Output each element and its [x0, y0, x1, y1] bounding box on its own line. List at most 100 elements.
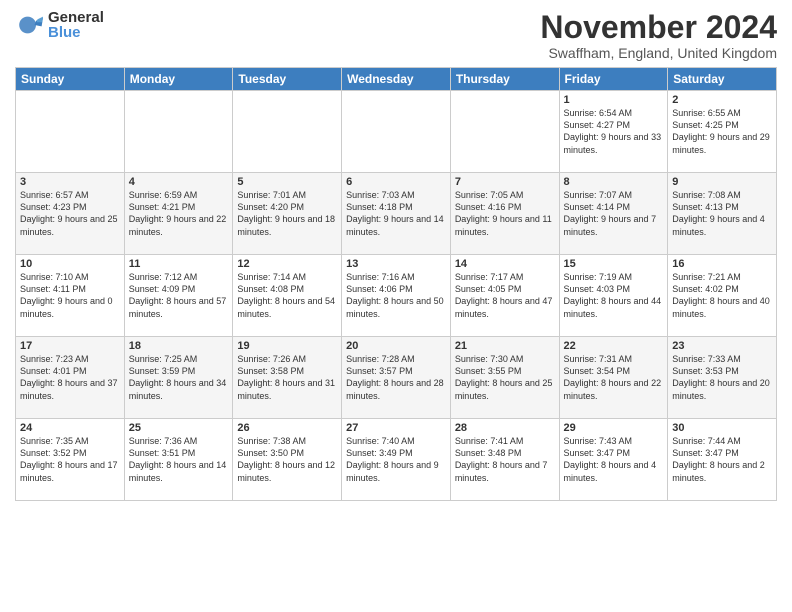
day-number: 4: [129, 176, 229, 188]
table-row: 3Sunrise: 6:57 AM Sunset: 4:23 PM Daylig…: [16, 173, 125, 255]
day-number: 10: [20, 258, 120, 270]
table-row: 21Sunrise: 7:30 AM Sunset: 3:55 PM Dayli…: [450, 337, 559, 419]
day-info: Sunrise: 7:16 AM Sunset: 4:06 PM Dayligh…: [346, 271, 446, 320]
day-number: 21: [455, 340, 555, 352]
table-row: 22Sunrise: 7:31 AM Sunset: 3:54 PM Dayli…: [559, 337, 668, 419]
table-row: 23Sunrise: 7:33 AM Sunset: 3:53 PM Dayli…: [668, 337, 777, 419]
title-section: November 2024 Swaffham, England, United …: [540, 10, 777, 61]
month-title: November 2024: [540, 10, 777, 45]
table-row: [233, 91, 342, 173]
table-row: 6Sunrise: 7:03 AM Sunset: 4:18 PM Daylig…: [342, 173, 451, 255]
calendar-week-row: 3Sunrise: 6:57 AM Sunset: 4:23 PM Daylig…: [16, 173, 777, 255]
day-number: 24: [20, 422, 120, 434]
table-row: 28Sunrise: 7:41 AM Sunset: 3:48 PM Dayli…: [450, 419, 559, 501]
col-friday: Friday: [559, 68, 668, 91]
day-number: 2: [672, 94, 772, 106]
day-info: Sunrise: 7:35 AM Sunset: 3:52 PM Dayligh…: [20, 435, 120, 484]
location: Swaffham, England, United Kingdom: [540, 45, 777, 61]
logo-text: General Blue: [48, 10, 104, 40]
day-info: Sunrise: 7:10 AM Sunset: 4:11 PM Dayligh…: [20, 271, 120, 320]
table-row: 2Sunrise: 6:55 AM Sunset: 4:25 PM Daylig…: [668, 91, 777, 173]
table-row: 26Sunrise: 7:38 AM Sunset: 3:50 PM Dayli…: [233, 419, 342, 501]
table-row: 27Sunrise: 7:40 AM Sunset: 3:49 PM Dayli…: [342, 419, 451, 501]
day-number: 6: [346, 176, 446, 188]
table-row: [124, 91, 233, 173]
calendar-week-row: 10Sunrise: 7:10 AM Sunset: 4:11 PM Dayli…: [16, 255, 777, 337]
calendar-week-row: 17Sunrise: 7:23 AM Sunset: 4:01 PM Dayli…: [16, 337, 777, 419]
day-info: Sunrise: 7:17 AM Sunset: 4:05 PM Dayligh…: [455, 271, 555, 320]
day-info: Sunrise: 7:19 AM Sunset: 4:03 PM Dayligh…: [564, 271, 664, 320]
table-row: 30Sunrise: 7:44 AM Sunset: 3:47 PM Dayli…: [668, 419, 777, 501]
day-number: 29: [564, 422, 664, 434]
day-info: Sunrise: 7:08 AM Sunset: 4:13 PM Dayligh…: [672, 189, 772, 238]
day-number: 3: [20, 176, 120, 188]
day-info: Sunrise: 7:43 AM Sunset: 3:47 PM Dayligh…: [564, 435, 664, 484]
table-row: 4Sunrise: 6:59 AM Sunset: 4:21 PM Daylig…: [124, 173, 233, 255]
day-number: 30: [672, 422, 772, 434]
table-row: 16Sunrise: 7:21 AM Sunset: 4:02 PM Dayli…: [668, 255, 777, 337]
day-info: Sunrise: 7:41 AM Sunset: 3:48 PM Dayligh…: [455, 435, 555, 484]
table-row: 24Sunrise: 7:35 AM Sunset: 3:52 PM Dayli…: [16, 419, 125, 501]
day-info: Sunrise: 7:44 AM Sunset: 3:47 PM Dayligh…: [672, 435, 772, 484]
table-row: 1Sunrise: 6:54 AM Sunset: 4:27 PM Daylig…: [559, 91, 668, 173]
day-number: 14: [455, 258, 555, 270]
day-info: Sunrise: 7:26 AM Sunset: 3:58 PM Dayligh…: [237, 353, 337, 402]
logo-icon: [15, 11, 43, 39]
table-row: 8Sunrise: 7:07 AM Sunset: 4:14 PM Daylig…: [559, 173, 668, 255]
day-number: 9: [672, 176, 772, 188]
day-number: 26: [237, 422, 337, 434]
day-info: Sunrise: 7:30 AM Sunset: 3:55 PM Dayligh…: [455, 353, 555, 402]
logo-general-label: General: [48, 10, 104, 25]
day-number: 12: [237, 258, 337, 270]
day-number: 19: [237, 340, 337, 352]
day-number: 18: [129, 340, 229, 352]
table-row: 11Sunrise: 7:12 AM Sunset: 4:09 PM Dayli…: [124, 255, 233, 337]
day-info: Sunrise: 6:57 AM Sunset: 4:23 PM Dayligh…: [20, 189, 120, 238]
col-wednesday: Wednesday: [342, 68, 451, 91]
col-monday: Monday: [124, 68, 233, 91]
day-number: 1: [564, 94, 664, 106]
table-row: 17Sunrise: 7:23 AM Sunset: 4:01 PM Dayli…: [16, 337, 125, 419]
table-row: 13Sunrise: 7:16 AM Sunset: 4:06 PM Dayli…: [342, 255, 451, 337]
table-row: 18Sunrise: 7:25 AM Sunset: 3:59 PM Dayli…: [124, 337, 233, 419]
page: General Blue November 2024 Swaffham, Eng…: [0, 0, 792, 612]
day-info: Sunrise: 7:25 AM Sunset: 3:59 PM Dayligh…: [129, 353, 229, 402]
col-saturday: Saturday: [668, 68, 777, 91]
table-row: 14Sunrise: 7:17 AM Sunset: 4:05 PM Dayli…: [450, 255, 559, 337]
day-number: 5: [237, 176, 337, 188]
day-info: Sunrise: 7:36 AM Sunset: 3:51 PM Dayligh…: [129, 435, 229, 484]
day-info: Sunrise: 7:40 AM Sunset: 3:49 PM Dayligh…: [346, 435, 446, 484]
day-info: Sunrise: 7:21 AM Sunset: 4:02 PM Dayligh…: [672, 271, 772, 320]
table-row: 15Sunrise: 7:19 AM Sunset: 4:03 PM Dayli…: [559, 255, 668, 337]
table-row: 12Sunrise: 7:14 AM Sunset: 4:08 PM Dayli…: [233, 255, 342, 337]
table-row: 7Sunrise: 7:05 AM Sunset: 4:16 PM Daylig…: [450, 173, 559, 255]
col-thursday: Thursday: [450, 68, 559, 91]
table-row: [450, 91, 559, 173]
logo: General Blue: [15, 10, 104, 40]
table-row: 5Sunrise: 7:01 AM Sunset: 4:20 PM Daylig…: [233, 173, 342, 255]
calendar-table: Sunday Monday Tuesday Wednesday Thursday…: [15, 67, 777, 501]
day-info: Sunrise: 7:33 AM Sunset: 3:53 PM Dayligh…: [672, 353, 772, 402]
logo-blue-label: Blue: [48, 25, 104, 40]
day-info: Sunrise: 7:28 AM Sunset: 3:57 PM Dayligh…: [346, 353, 446, 402]
table-row: [342, 91, 451, 173]
day-number: 15: [564, 258, 664, 270]
day-number: 17: [20, 340, 120, 352]
day-number: 7: [455, 176, 555, 188]
day-info: Sunrise: 7:07 AM Sunset: 4:14 PM Dayligh…: [564, 189, 664, 238]
day-number: 25: [129, 422, 229, 434]
calendar-header-row: Sunday Monday Tuesday Wednesday Thursday…: [16, 68, 777, 91]
day-number: 16: [672, 258, 772, 270]
day-info: Sunrise: 7:38 AM Sunset: 3:50 PM Dayligh…: [237, 435, 337, 484]
day-info: Sunrise: 7:05 AM Sunset: 4:16 PM Dayligh…: [455, 189, 555, 238]
header: General Blue November 2024 Swaffham, Eng…: [15, 10, 777, 61]
day-info: Sunrise: 7:03 AM Sunset: 4:18 PM Dayligh…: [346, 189, 446, 238]
table-row: 19Sunrise: 7:26 AM Sunset: 3:58 PM Dayli…: [233, 337, 342, 419]
table-row: 20Sunrise: 7:28 AM Sunset: 3:57 PM Dayli…: [342, 337, 451, 419]
day-info: Sunrise: 7:23 AM Sunset: 4:01 PM Dayligh…: [20, 353, 120, 402]
day-number: 28: [455, 422, 555, 434]
table-row: 25Sunrise: 7:36 AM Sunset: 3:51 PM Dayli…: [124, 419, 233, 501]
day-number: 27: [346, 422, 446, 434]
calendar-week-row: 1Sunrise: 6:54 AM Sunset: 4:27 PM Daylig…: [16, 91, 777, 173]
table-row: [16, 91, 125, 173]
